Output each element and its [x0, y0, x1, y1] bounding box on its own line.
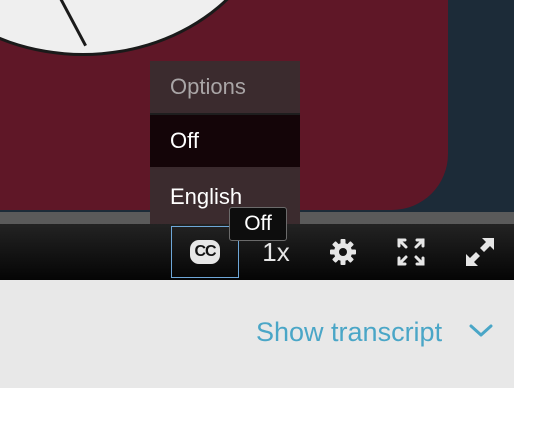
- expand-icon: [466, 238, 494, 266]
- captions-menu-title: Options: [150, 61, 300, 115]
- captions-menu: Options Off English: [150, 61, 300, 224]
- closed-captions-icon: CC: [190, 240, 220, 264]
- gear-icon: [330, 239, 356, 265]
- captions-tooltip: Off: [229, 207, 287, 241]
- fullscreen-arrows-icon: [397, 238, 425, 266]
- show-transcript-link[interactable]: Show transcript: [256, 317, 442, 348]
- chevron-down-icon[interactable]: [468, 323, 494, 339]
- fullscreen-button[interactable]: [385, 224, 437, 280]
- wheel-spoke: [42, 0, 87, 47]
- captions-option-off[interactable]: Off: [150, 115, 300, 169]
- expand-button[interactable]: [452, 224, 508, 280]
- transcript-bar: Show transcript: [0, 280, 514, 388]
- settings-button[interactable]: [318, 224, 368, 280]
